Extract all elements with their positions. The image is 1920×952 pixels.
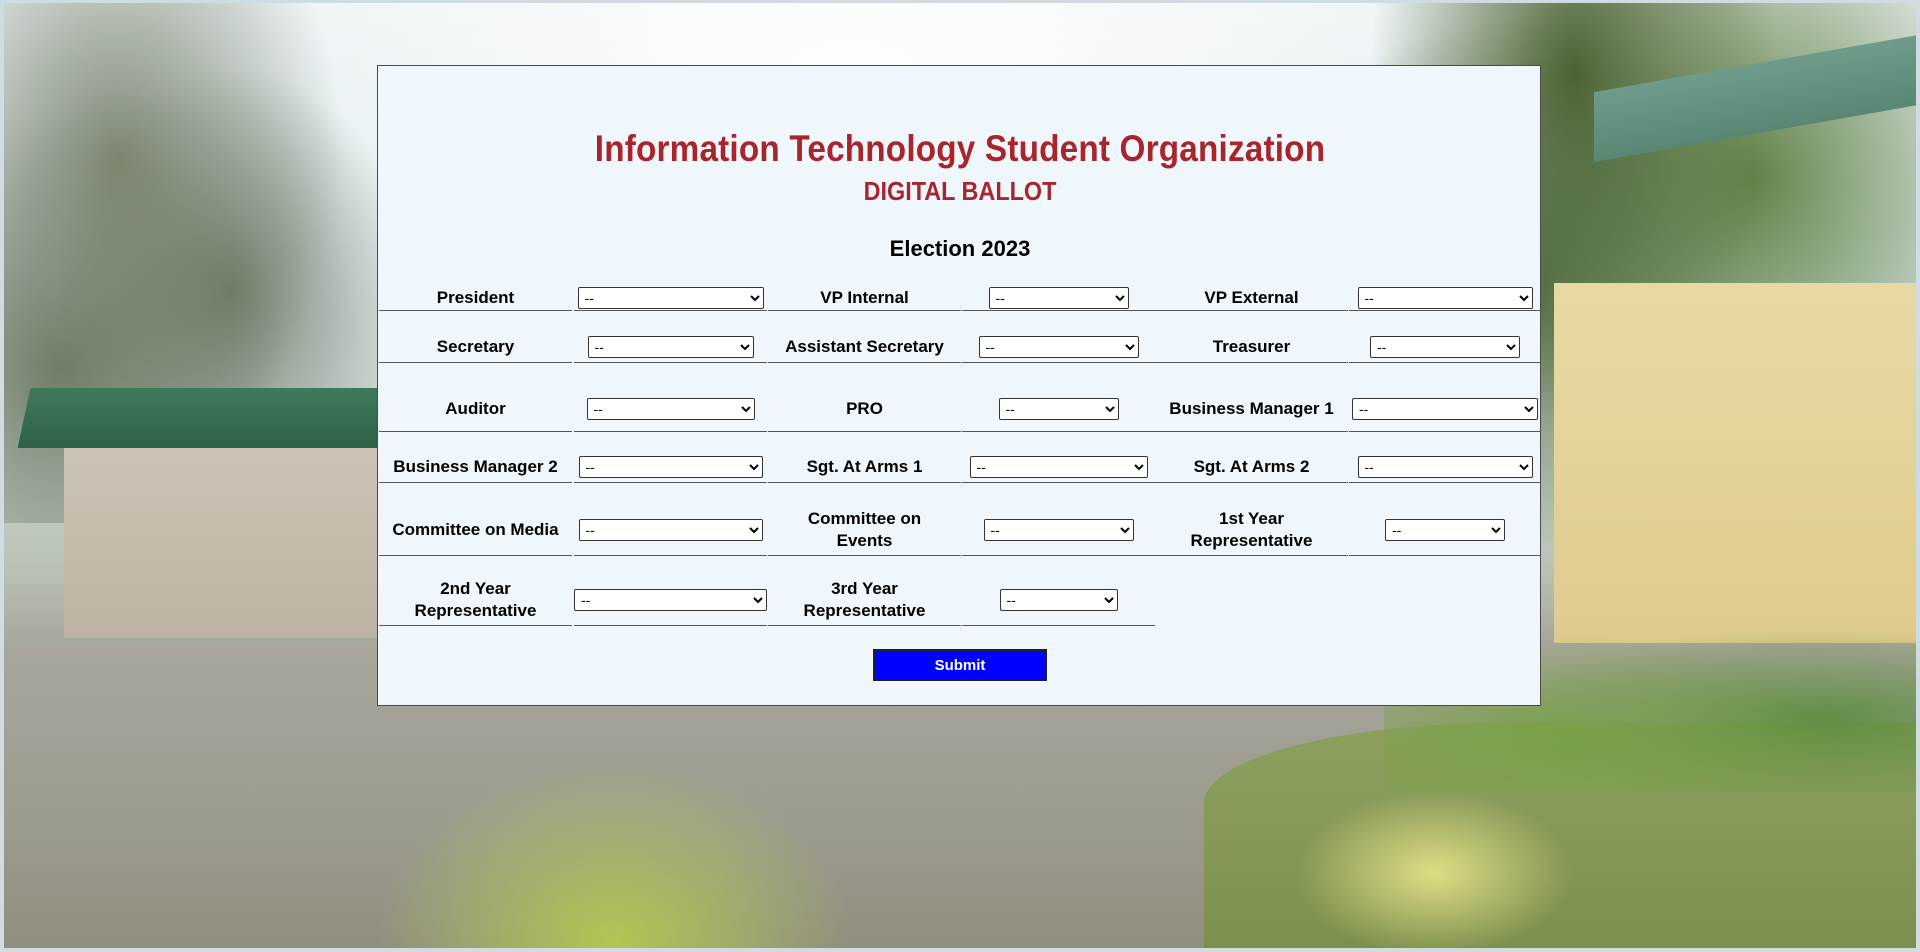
label-cell-sgt-at-arms-2: Sgt. At Arms 2 <box>1155 452 1348 483</box>
position-label: Secretary <box>436 337 515 356</box>
2nd-year-representative-select[interactable]: -- <box>574 589 767 611</box>
label-cell-business-manager-2: Business Manager 2 <box>379 452 572 483</box>
select-cell-committee-on-media: -- <box>574 504 767 556</box>
pro-select[interactable]: -- <box>998 397 1119 420</box>
select-cell-3rd-year-representative: -- <box>962 575 1155 626</box>
president-select[interactable]: -- <box>577 286 764 309</box>
label-cell-vp-internal: VP Internal <box>768 285 961 311</box>
label-cell-treasurer: Treasurer <box>1155 332 1348 363</box>
business-manager-1-select[interactable]: -- <box>1352 397 1538 420</box>
select-cell-committee-on-events: -- <box>962 504 1155 556</box>
label-cell-committee-on-media: Committee on Media <box>379 504 572 556</box>
position-label: Assistant Secretary <box>785 337 944 356</box>
select-cell-business-manager-1: -- <box>1349 386 1541 432</box>
position-label: Committee on Events <box>807 508 922 550</box>
select-cell-assistant-secretary: -- <box>962 332 1155 363</box>
select-cell-secretary: -- <box>574 332 767 363</box>
label-cell-sgt-at-arms-1: Sgt. At Arms 1 <box>768 452 961 483</box>
label-cell-committee-on-events: Committee on Events <box>768 504 961 556</box>
select-cell-auditor: -- <box>574 386 767 432</box>
label-cell-2nd-year-representative: 2nd Year Representative <box>379 575 572 626</box>
select-cell-vp-internal: -- <box>962 285 1155 311</box>
label-cell-1st-year-representative: 1st Year Representative <box>1155 504 1348 556</box>
committee-on-media-select[interactable]: -- <box>578 518 763 541</box>
position-label: Sgt. At Arms 2 <box>1193 457 1310 476</box>
sgt-at-arms-1-select[interactable]: -- <box>969 456 1148 478</box>
select-cell-sgt-at-arms-1: -- <box>962 452 1155 483</box>
select-cell-pro: -- <box>962 386 1155 432</box>
position-label: President <box>436 287 515 307</box>
select-cell-sgt-at-arms-2: -- <box>1349 452 1541 483</box>
position-label: Business Manager 1 <box>1169 398 1334 418</box>
assistant-secretary-select[interactable]: -- <box>978 336 1139 358</box>
label-cell-president: President <box>379 285 572 311</box>
position-label: Treasurer <box>1212 337 1291 356</box>
auditor-select[interactable]: -- <box>586 397 755 420</box>
vp-external-select[interactable]: -- <box>1357 286 1533 309</box>
position-label: PRO <box>846 398 883 418</box>
position-label: Business Manager 2 <box>393 457 558 476</box>
label-cell-business-manager-1: Business Manager 1 <box>1155 386 1348 432</box>
secretary-select[interactable]: -- <box>587 336 754 358</box>
select-cell-business-manager-2: -- <box>574 452 767 483</box>
label-cell-3rd-year-representative: 3rd Year Representative <box>768 575 961 626</box>
election-heading: Election 2023 <box>889 236 1031 261</box>
position-label: Auditor <box>445 398 506 418</box>
label-cell-secretary: Secretary <box>379 332 572 363</box>
position-label: 1st Year Representative <box>1190 508 1313 550</box>
position-label: 3rd Year Representative <box>803 579 926 620</box>
label-cell-vp-external: VP External <box>1155 285 1348 311</box>
position-label: Sgt. At Arms 1 <box>806 457 923 476</box>
page-subtitle: DIGITAL BALLOT <box>863 176 1057 206</box>
3rd-year-representative-select[interactable]: -- <box>999 589 1118 611</box>
label-cell-assistant-secretary: Assistant Secretary <box>768 332 961 363</box>
select-cell-2nd-year-representative: -- <box>574 575 767 626</box>
label-cell-pro: PRO <box>768 386 961 432</box>
treasurer-select[interactable]: -- <box>1370 336 1520 358</box>
committee-on-events-select[interactable]: -- <box>983 518 1134 541</box>
select-cell-vp-external: -- <box>1349 285 1541 311</box>
position-label: 2nd Year Representative <box>414 579 537 620</box>
position-label: VP Internal <box>820 287 909 307</box>
label-cell-auditor: Auditor <box>379 386 572 432</box>
select-cell-president: -- <box>574 285 767 311</box>
position-label: VP External <box>1204 287 1299 307</box>
select-cell-treasurer: -- <box>1349 332 1541 363</box>
page-title: Information Technology Student Organizat… <box>594 128 1326 169</box>
1st-year-representative-select[interactable]: -- <box>1385 518 1505 541</box>
sgt-at-arms-2-select[interactable]: -- <box>1357 456 1533 478</box>
business-manager-2-select[interactable]: -- <box>578 456 763 478</box>
submit-button[interactable]: Submit <box>873 649 1047 681</box>
select-cell-1st-year-representative: -- <box>1349 504 1541 556</box>
vp-internal-select[interactable]: -- <box>988 286 1129 309</box>
position-label: Committee on Media <box>392 519 559 539</box>
